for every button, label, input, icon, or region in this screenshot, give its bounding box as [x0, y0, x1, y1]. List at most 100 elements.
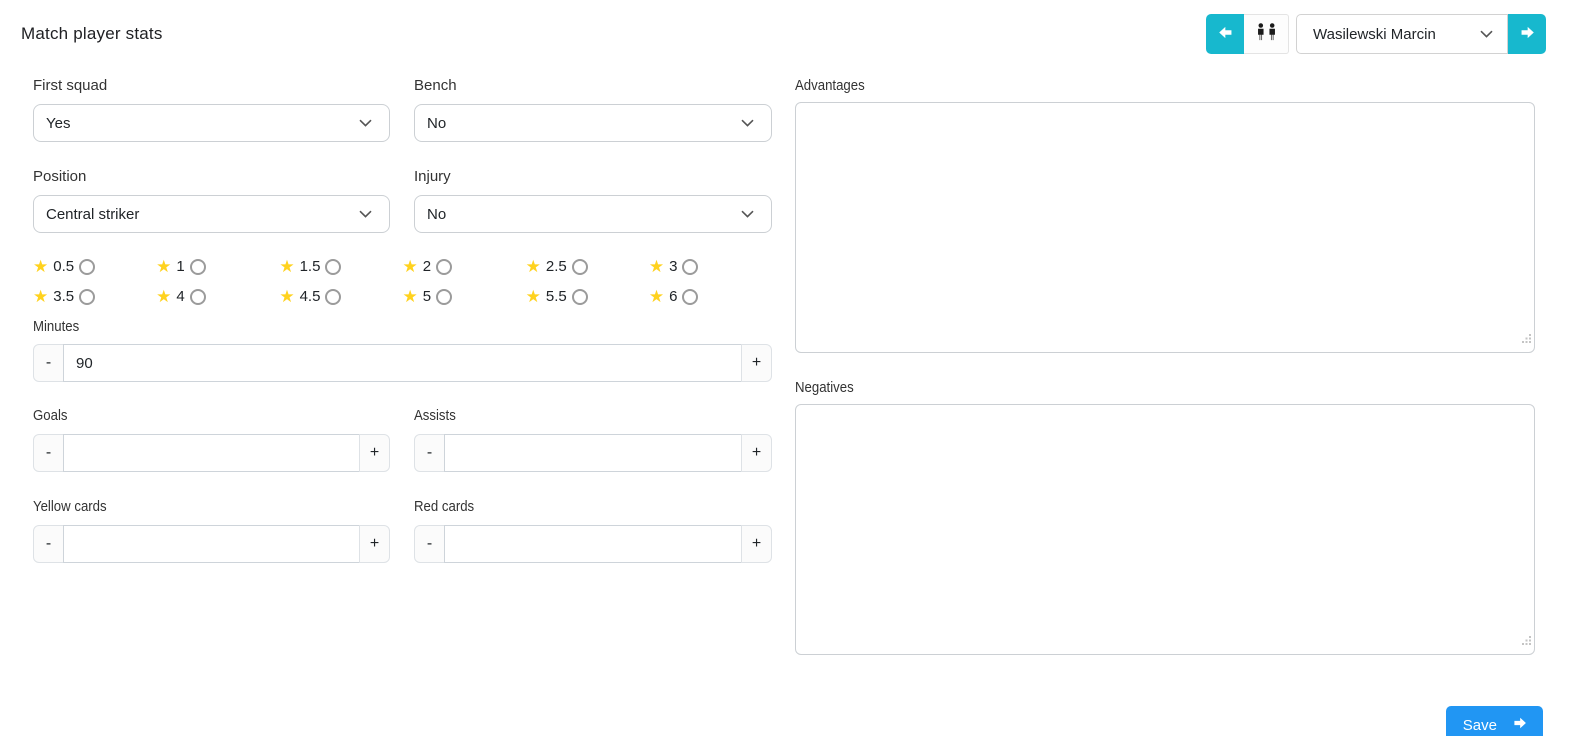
- minutes-input[interactable]: [63, 344, 742, 382]
- rating-radio[interactable]: [682, 288, 699, 305]
- minutes-increment-button[interactable]: +: [741, 344, 772, 382]
- star-icon: ★: [525, 257, 541, 276]
- advantages-label: Advantages: [795, 77, 865, 94]
- rating-option-1.5[interactable]: ★ 1.5: [279, 258, 402, 275]
- goals-input[interactable]: [63, 434, 360, 472]
- bench-select[interactable]: No: [414, 104, 772, 142]
- red-cards-decrement-button[interactable]: -: [414, 525, 445, 563]
- first-squad-label: First squad: [33, 77, 108, 94]
- injury-label: Injury: [414, 168, 451, 185]
- rating-options: ★ 0.5 ★ 1 ★ 1.5 ★ 2 ★ 2.5 ★ 3 ★ 3.5 ★ 4 ★ 4.5 ★ 5 …: [33, 258, 772, 305]
- rating-option-3[interactable]: ★ 3: [649, 258, 772, 275]
- rating-radio[interactable]: [79, 258, 96, 275]
- rating-radio[interactable]: [436, 288, 453, 305]
- star-icon: ★: [33, 257, 49, 276]
- players-list-button[interactable]: [1244, 14, 1289, 54]
- players-icon: [1255, 23, 1278, 45]
- assists-stepper: - +: [414, 434, 772, 472]
- rating-option-4[interactable]: ★ 4: [156, 288, 279, 305]
- rating-value: 3: [669, 258, 678, 275]
- main-content: First squad Yes Bench No Position Centra…: [0, 54, 1571, 681]
- star-icon: ★: [279, 257, 295, 276]
- advantages-textarea[interactable]: [795, 102, 1535, 353]
- assists-input[interactable]: [444, 434, 742, 472]
- first-squad-select[interactable]: Yes: [33, 104, 390, 142]
- rating-option-4.5[interactable]: ★ 4.5: [279, 288, 402, 305]
- assists-label: Assists: [414, 407, 456, 424]
- rating-option-0.5[interactable]: ★ 0.5: [33, 258, 156, 275]
- minutes-field: Minutes - +: [33, 318, 772, 382]
- rating-radio[interactable]: [436, 258, 453, 275]
- arrow-right-icon: [1519, 24, 1536, 44]
- bench-label: Bench: [414, 77, 457, 94]
- star-icon: ★: [279, 287, 295, 306]
- rating-option-2.5[interactable]: ★ 2.5: [526, 258, 649, 275]
- star-icon: ★: [156, 287, 172, 306]
- assists-increment-button[interactable]: +: [741, 434, 772, 472]
- minutes-decrement-button[interactable]: -: [33, 344, 64, 382]
- advantages-field: Advantages: [795, 77, 1535, 353]
- negatives-label: Negatives: [795, 379, 854, 396]
- player-select[interactable]: Wasilewski Marcin: [1296, 14, 1508, 54]
- position-label: Position: [33, 168, 87, 185]
- red-cards-input[interactable]: [444, 525, 742, 563]
- rating-value: 3.5: [53, 288, 75, 305]
- rating-value: 1.5: [299, 258, 321, 275]
- rating-radio[interactable]: [189, 258, 206, 275]
- save-button[interactable]: Save: [1445, 706, 1543, 736]
- save-button-label: Save: [1462, 716, 1497, 734]
- negatives-textarea[interactable]: [795, 404, 1535, 655]
- goals-decrement-button[interactable]: -: [33, 434, 64, 472]
- rating-value: 5.5: [545, 288, 567, 305]
- player-nav: Wasilewski Marcin: [1206, 14, 1546, 54]
- position-field: Position Central striker: [33, 168, 390, 233]
- rating-radio[interactable]: [325, 288, 342, 305]
- rating-option-6[interactable]: ★ 6: [649, 288, 772, 305]
- rating-value: 0.5: [53, 258, 75, 275]
- star-icon: ★: [525, 287, 541, 306]
- red-cards-increment-button[interactable]: +: [741, 525, 772, 563]
- rating-option-5[interactable]: ★ 5: [402, 288, 525, 305]
- assists-decrement-button[interactable]: -: [414, 434, 445, 472]
- yellow-cards-increment-button[interactable]: +: [359, 525, 390, 563]
- page-title: Match player stats: [21, 24, 163, 43]
- next-player-button[interactable]: [1508, 14, 1546, 54]
- goals-stepper: - +: [33, 434, 390, 472]
- red-cards-label: Red cards: [414, 498, 475, 515]
- rating-radio[interactable]: [571, 288, 588, 305]
- previous-player-button[interactable]: [1206, 14, 1244, 54]
- rating-value: 2: [422, 258, 432, 275]
- yellow-cards-input[interactable]: [63, 525, 360, 563]
- arrow-left-icon: [1217, 24, 1234, 44]
- rating-value: 1: [176, 258, 185, 275]
- goals-increment-button[interactable]: +: [359, 434, 390, 472]
- rating-value: 6: [669, 288, 678, 305]
- star-icon: ★: [648, 287, 665, 306]
- arrow-right-icon: [1512, 715, 1528, 735]
- rating-radio[interactable]: [571, 258, 588, 275]
- yellow-cards-label: Yellow cards: [33, 498, 107, 515]
- rating-radio[interactable]: [325, 258, 342, 275]
- position-select[interactable]: Central striker: [33, 195, 390, 233]
- rating-radio[interactable]: [189, 288, 206, 305]
- rating-value: 4.5: [299, 288, 321, 305]
- goals-label: Goals: [33, 407, 68, 424]
- star-icon: ★: [402, 257, 418, 276]
- first-squad-field: First squad Yes: [33, 77, 390, 142]
- rating-radio[interactable]: [79, 288, 96, 305]
- yellow-cards-decrement-button[interactable]: -: [33, 525, 64, 563]
- yellow-cards-field: Yellow cards - +: [33, 498, 390, 563]
- goals-field: Goals - +: [33, 407, 390, 472]
- rating-value: 4: [176, 288, 185, 305]
- notes-column: Advantages Negatives: [795, 77, 1535, 681]
- rating-option-1[interactable]: ★ 1: [156, 258, 279, 275]
- injury-field: Injury No: [414, 168, 772, 233]
- rating-option-5.5[interactable]: ★ 5.5: [526, 288, 649, 305]
- star-icon: ★: [33, 287, 49, 306]
- star-icon: ★: [648, 257, 665, 276]
- injury-select[interactable]: No: [414, 195, 772, 233]
- bench-field: Bench No: [414, 77, 772, 142]
- rating-option-3.5[interactable]: ★ 3.5: [33, 288, 156, 305]
- rating-option-2[interactable]: ★ 2: [402, 258, 525, 275]
- rating-radio[interactable]: [682, 258, 699, 275]
